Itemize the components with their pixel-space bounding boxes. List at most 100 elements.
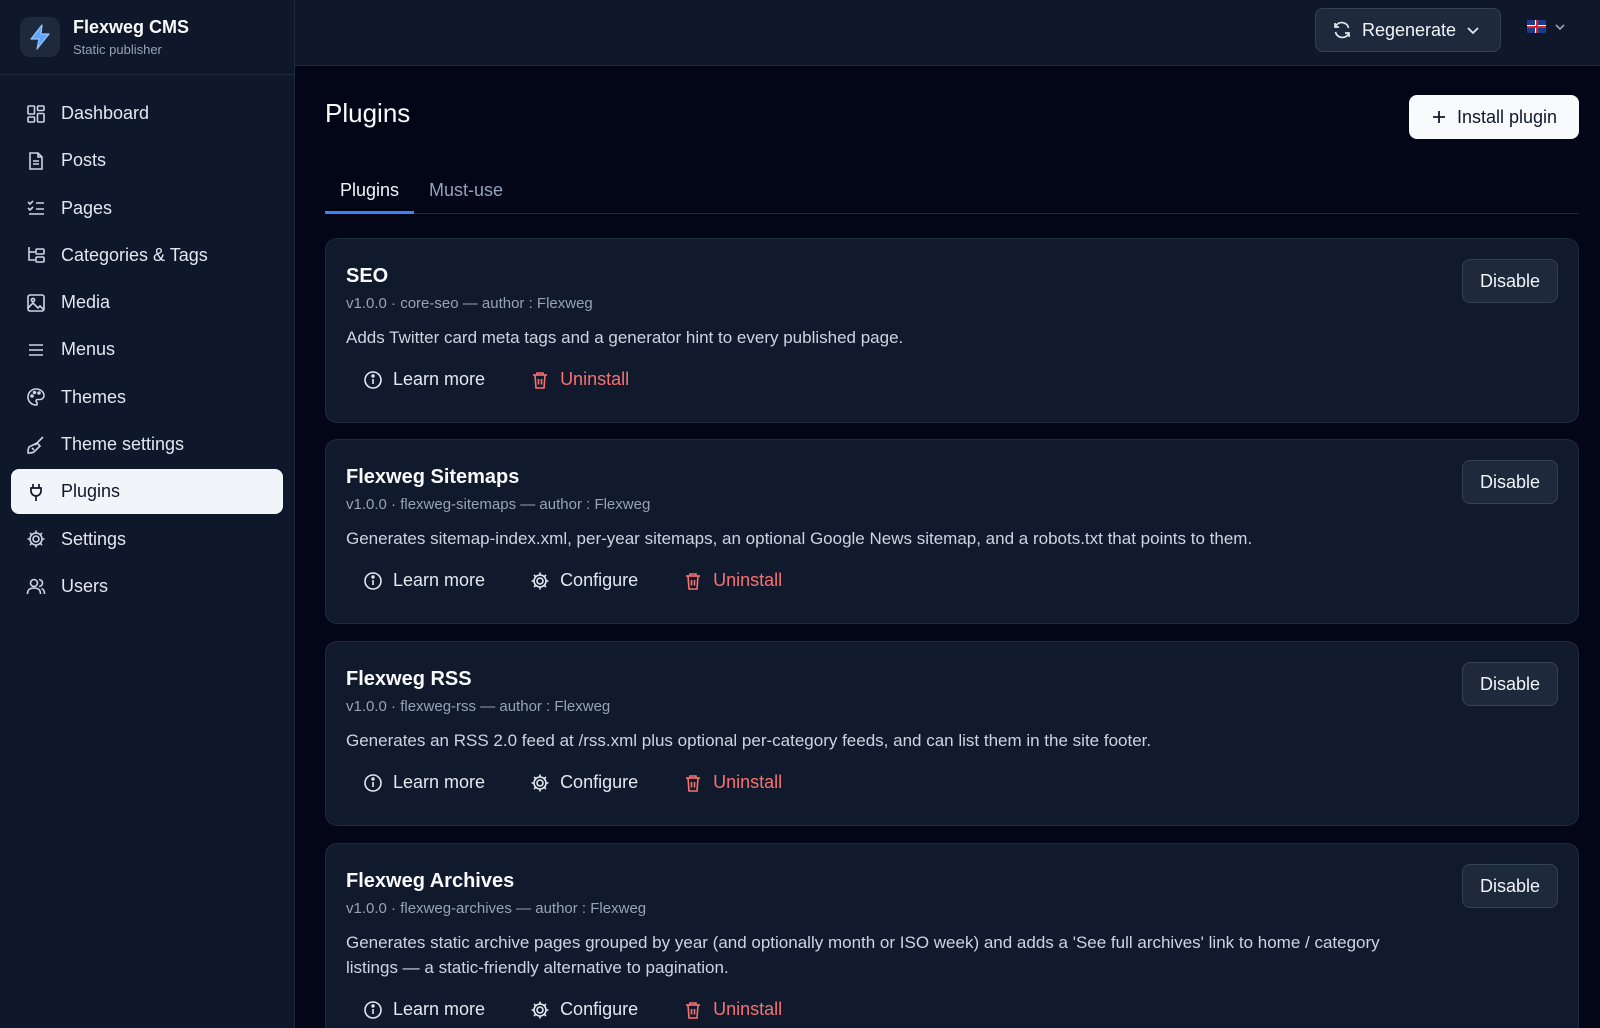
brand[interactable]: Flexweg CMS Static publisher bbox=[0, 0, 294, 75]
plugin-name: Flexweg Sitemaps bbox=[346, 466, 520, 488]
configure-label: Configure bbox=[560, 570, 639, 590]
plus-icon bbox=[1431, 109, 1447, 125]
plugin-actions: Learn more Uninstall bbox=[363, 369, 674, 390]
uninstall-button[interactable]: Uninstall bbox=[530, 369, 629, 390]
plugin-meta: v1.0.0 · core-seo — author : Flexweg bbox=[346, 295, 593, 312]
info-icon bbox=[363, 1000, 383, 1020]
uninstall-button[interactable]: Uninstall bbox=[683, 570, 782, 591]
trash-icon bbox=[530, 370, 550, 390]
sidebar-item-label: Settings bbox=[61, 528, 127, 549]
plugin-meta: v1.0.0 · flexweg-rss — author : Flexweg bbox=[346, 698, 611, 715]
regenerate-label: Regenerate bbox=[1362, 19, 1457, 40]
disable-button[interactable]: Disable bbox=[1462, 259, 1558, 303]
plugin-description: Adds Twitter card meta tags and a genera… bbox=[346, 328, 904, 347]
learn-more-label: Learn more bbox=[393, 369, 486, 389]
sidebar-item-settings[interactable]: Settings bbox=[11, 517, 283, 562]
plugin-description: Generates sitemap-index.xml, per-year si… bbox=[346, 529, 1253, 548]
document-icon bbox=[26, 151, 46, 171]
sidebar-item-dashboard[interactable]: Dashboard bbox=[11, 91, 283, 136]
trash-icon bbox=[683, 773, 703, 793]
trash-icon bbox=[683, 571, 703, 591]
uninstall-label: Uninstall bbox=[713, 570, 783, 590]
plugin-card-flexweg-archives: Flexweg Archives v1.0.0 · flexweg-archiv… bbox=[325, 843, 1579, 1028]
menu-icon bbox=[26, 340, 46, 360]
sidebar-item-theme-settings[interactable]: Theme settings bbox=[11, 422, 283, 467]
language-selector[interactable] bbox=[1527, 20, 1566, 33]
topbar: Regenerate bbox=[295, 0, 1600, 66]
sidebar-item-label: Categories & Tags bbox=[61, 244, 208, 265]
sidebar-item-label: Pages bbox=[61, 197, 113, 218]
disable-button[interactable]: Disable bbox=[1462, 864, 1558, 908]
sidebar: Flexweg CMS Static publisher Dashboard P… bbox=[0, 0, 295, 1028]
sidebar-item-label: Theme settings bbox=[61, 434, 185, 455]
install-plugin-button[interactable]: Install plugin bbox=[1409, 95, 1579, 139]
uninstall-label: Uninstall bbox=[713, 999, 783, 1019]
sidebar-item-posts[interactable]: Posts bbox=[11, 138, 283, 183]
uninstall-button[interactable]: Uninstall bbox=[683, 999, 782, 1020]
lightning-icon bbox=[20, 17, 60, 57]
sidebar-item-menus[interactable]: Menus bbox=[11, 327, 283, 372]
uninstall-button[interactable]: Uninstall bbox=[683, 772, 782, 793]
configure-button[interactable]: Configure bbox=[530, 570, 638, 591]
dashboard-icon bbox=[26, 104, 46, 124]
configure-button[interactable]: Configure bbox=[530, 772, 638, 793]
info-icon bbox=[363, 773, 383, 793]
sidebar-nav: Dashboard Posts Pages Categories & Tags … bbox=[0, 91, 294, 609]
palette-icon bbox=[26, 387, 46, 407]
learn-more-button[interactable]: Learn more bbox=[363, 772, 485, 793]
gear-icon bbox=[530, 571, 550, 591]
regenerate-button[interactable]: Regenerate bbox=[1315, 8, 1501, 52]
brand-subtitle: Static publisher bbox=[73, 42, 162, 57]
configure-label: Configure bbox=[560, 772, 639, 792]
info-icon bbox=[363, 571, 383, 591]
plugin-actions: Learn more Configure Uninstall bbox=[363, 999, 827, 1020]
image-icon bbox=[26, 293, 46, 313]
plugin-actions: Learn more Configure Uninstall bbox=[363, 570, 827, 591]
plug-icon bbox=[26, 482, 46, 502]
learn-more-label: Learn more bbox=[393, 999, 486, 1019]
sidebar-item-users[interactable]: Users bbox=[11, 564, 283, 609]
folder-tree-icon bbox=[26, 245, 46, 265]
brand-name: Flexweg CMS bbox=[73, 17, 190, 37]
sidebar-item-categories-tags[interactable]: Categories & Tags bbox=[11, 233, 283, 278]
learn-more-button[interactable]: Learn more bbox=[363, 570, 485, 591]
info-icon bbox=[363, 370, 383, 390]
gear-icon bbox=[26, 529, 46, 549]
sidebar-item-label: Themes bbox=[61, 386, 127, 407]
sidebar-item-label: Plugins bbox=[61, 481, 121, 502]
plugin-card-seo: SEO v1.0.0 · core-seo — author : Flexweg… bbox=[325, 238, 1579, 423]
sidebar-item-pages[interactable]: Pages bbox=[11, 186, 283, 231]
learn-more-button[interactable]: Learn more bbox=[363, 369, 485, 390]
learn-more-label: Learn more bbox=[393, 772, 486, 792]
plugin-actions: Learn more Configure Uninstall bbox=[363, 772, 827, 793]
sidebar-item-media[interactable]: Media bbox=[11, 280, 283, 325]
sidebar-item-label: Dashboard bbox=[61, 103, 150, 123]
configure-button[interactable]: Configure bbox=[530, 999, 638, 1020]
sidebar-item-label: Users bbox=[61, 575, 109, 596]
tab-must-use[interactable]: Must-use bbox=[414, 170, 518, 214]
learn-more-button[interactable]: Learn more bbox=[363, 999, 485, 1020]
uninstall-label: Uninstall bbox=[713, 772, 783, 792]
uninstall-label: Uninstall bbox=[560, 369, 630, 389]
plugin-description: Generates static archive pages grouped b… bbox=[346, 933, 1380, 977]
plugin-description: Generates an RSS 2.0 feed at /rss.xml pl… bbox=[346, 731, 1152, 750]
uk-flag-icon bbox=[1527, 20, 1546, 33]
disable-button[interactable]: Disable bbox=[1462, 662, 1558, 706]
configure-label: Configure bbox=[560, 999, 639, 1019]
plugin-card-flexweg-rss: Flexweg RSS v1.0.0 · flexweg-rss — autho… bbox=[325, 641, 1579, 826]
sidebar-item-label: Media bbox=[61, 292, 111, 313]
tabs: Plugins Must-use bbox=[325, 170, 1579, 214]
plugin-meta: v1.0.0 · flexweg-sitemaps — author : Fle… bbox=[346, 496, 651, 513]
plugin-name: Flexweg RSS bbox=[346, 668, 472, 690]
sidebar-item-plugins[interactable]: Plugins bbox=[11, 469, 283, 515]
users-icon bbox=[26, 576, 46, 596]
sidebar-item-themes[interactable]: Themes bbox=[11, 375, 283, 420]
install-plugin-label: Install plugin bbox=[1456, 106, 1558, 127]
plugin-name: SEO bbox=[346, 265, 389, 287]
tab-plugins[interactable]: Plugins bbox=[325, 170, 415, 214]
chevron-down-icon bbox=[1554, 21, 1566, 33]
page-title: Plugins bbox=[325, 98, 411, 128]
disable-button[interactable]: Disable bbox=[1462, 460, 1558, 504]
refresh-icon bbox=[1332, 20, 1352, 40]
learn-more-label: Learn more bbox=[393, 570, 486, 590]
